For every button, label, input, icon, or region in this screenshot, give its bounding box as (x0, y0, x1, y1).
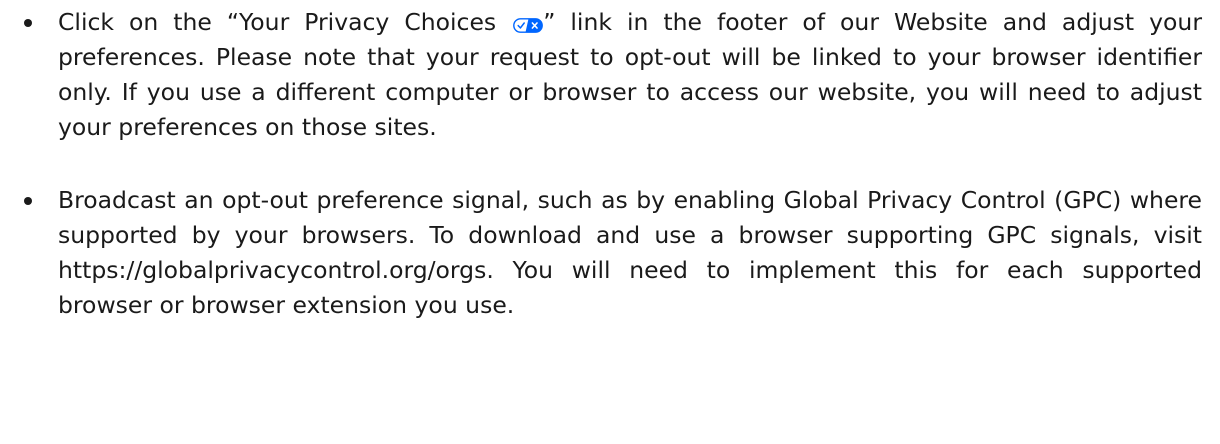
bullet-item-gpc-signal: Broadcast an opt-out preference signal, … (0, 183, 1202, 323)
bullet-text: Broadcast an opt-out preference signal, … (58, 186, 1202, 319)
privacy-opt-out-instructions: Click on the “Your Privacy Choices ” lin… (0, 0, 1220, 444)
text-before-icon: Click on the “Your Privacy Choices (58, 8, 512, 36)
privacy-choices-toggle-icon (513, 8, 544, 33)
bullet-text: Click on the “Your Privacy Choices ” lin… (58, 8, 1202, 141)
bullet-item-privacy-choices: Click on the “Your Privacy Choices ” lin… (0, 0, 1202, 145)
bullet-dot (24, 197, 32, 205)
bullet-dot (24, 19, 32, 27)
